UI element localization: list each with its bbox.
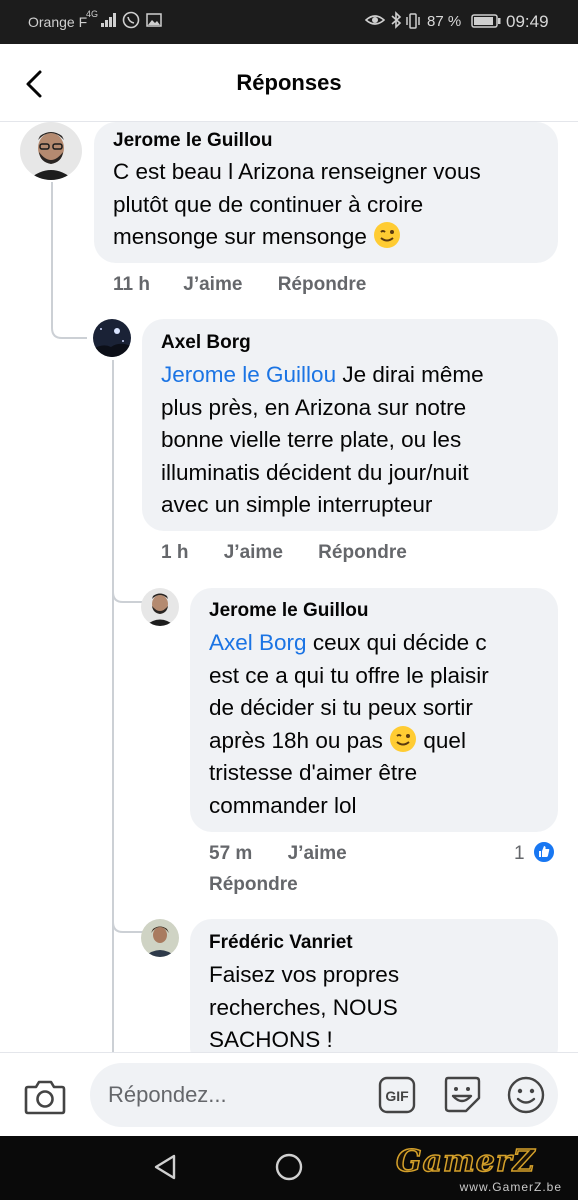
whatsapp-icon — [122, 11, 140, 29]
thread-elbow — [51, 312, 87, 339]
like-button[interactable]: J’aime — [183, 274, 242, 295]
comment-author[interactable]: Jerome le Guillou — [113, 130, 272, 152]
comment-line: ceux qui décide c — [306, 630, 487, 655]
carrier-label: Orange F — [28, 14, 88, 30]
sticker-icon[interactable] — [442, 1074, 482, 1114]
comment-line: quel — [417, 727, 466, 753]
bluetooth-icon — [391, 11, 402, 29]
comment-actions: Répondre — [209, 874, 298, 896]
comment-line: SACHONS ! — [209, 1027, 333, 1052]
comment-line: avec un simple interrupteur — [161, 492, 433, 517]
network-type: 4G — [86, 9, 99, 19]
wink-emoji-icon — [374, 222, 401, 248]
like-button[interactable]: J’aime — [224, 542, 283, 563]
system-nav-bar: GamerZ www.GamerZ.be — [0, 1136, 578, 1200]
comment-author[interactable]: Frédéric Vanriet — [209, 932, 353, 954]
reply-button[interactable]: Répondre — [209, 874, 298, 895]
page-title: Réponses — [236, 70, 342, 95]
vibrate-icon — [406, 13, 420, 29]
comment-text: Jerome le Guillou Je dirai même plus prè… — [161, 359, 553, 522]
reply-input-box[interactable]: GIF — [90, 1063, 558, 1127]
comment-line: illuminatis décident du jour/nuit — [161, 459, 469, 485]
comment-text: Axel Borg ceux qui décide c est ce a qui… — [209, 627, 554, 822]
comment-line: recherches, NOUS — [209, 994, 398, 1020]
clock: 09:49 — [506, 12, 549, 31]
avatar[interactable] — [20, 122, 82, 180]
nav-home-icon[interactable] — [274, 1152, 304, 1182]
comment-actions: 11 h J’aime Répondre — [113, 274, 366, 296]
comment-line: Faisez vos propres — [209, 962, 400, 987]
like-button[interactable]: J’aime — [288, 843, 347, 864]
battery-icon — [471, 14, 501, 28]
comment-line: après 18h ou pas — [209, 727, 383, 753]
avatar[interactable] — [141, 919, 179, 957]
reply-composer: GIF — [0, 1052, 578, 1136]
reply-input[interactable] — [108, 1079, 368, 1111]
comment-thread[interactable]: Jerome le Guillou C est beau l Arizona r… — [0, 122, 578, 1052]
battery-percent: 87 % — [427, 13, 462, 30]
comment-line: plus près, en Arizona sur notre — [161, 394, 467, 420]
eye-comfort-icon — [365, 15, 385, 25]
comment-text: Faisez vos propres recherches, NOUS SACH… — [209, 959, 554, 1052]
gif-label: GIF — [385, 1088, 409, 1104]
comment-author[interactable]: Jerome le Guillou — [209, 600, 368, 622]
mention-link[interactable]: Jerome le Guillou — [161, 362, 336, 387]
comment-line: C est beau l Arizona renseigner vous — [113, 159, 481, 184]
image-notification-icon — [146, 13, 162, 27]
watermark: GamerZ www.GamerZ.be — [395, 1143, 568, 1196]
comment-line: commander lol — [209, 792, 357, 818]
wink-emoji-icon — [390, 725, 417, 752]
mention-link[interactable]: Axel Borg — [209, 630, 307, 655]
gif-icon[interactable]: GIF — [378, 1076, 416, 1114]
emoji-icon[interactable] — [506, 1075, 546, 1115]
avatar[interactable] — [141, 588, 179, 626]
status-bar: Orange F 4G 87 % 09:49 — [0, 0, 578, 44]
like-icon[interactable] — [532, 840, 556, 864]
signal-icon — [101, 13, 116, 27]
thread-line — [51, 182, 53, 326]
comment-line: est ce a qui tu offre le plaisir — [209, 662, 489, 688]
nav-back-icon[interactable] — [150, 1152, 180, 1182]
comment-time[interactable]: 11 h — [113, 274, 150, 295]
watermark-url: www.GamerZ.be — [459, 1180, 562, 1194]
comment-line: bonne vielle terre plate, ou les — [161, 427, 462, 452]
comment-line: mensonge sur mensonge — [113, 224, 367, 249]
comment-time[interactable]: 57 m — [209, 843, 252, 864]
watermark-logo: GamerZ — [395, 1143, 536, 1180]
comment-actions: 57 m J’aime — [209, 843, 347, 865]
comment-line: Je dirai même — [336, 362, 484, 387]
reply-button[interactable]: Répondre — [278, 274, 367, 295]
comment-line: plutôt que de continuer à croire — [113, 191, 424, 217]
comment-line: de décider si tu peux sortir — [209, 695, 473, 720]
comment-time[interactable]: 1 h — [161, 542, 188, 563]
comment-actions: 1 h J’aime Répondre — [161, 542, 407, 564]
thread-line — [112, 360, 114, 1052]
camera-icon[interactable] — [24, 1077, 66, 1115]
comment-text: C est beau l Arizona renseigner vous plu… — [113, 156, 553, 254]
reply-button[interactable]: Répondre — [318, 542, 407, 563]
avatar[interactable] — [93, 319, 131, 357]
comment-line: tristesse d'aimer être — [209, 760, 418, 785]
reaction-count[interactable]: 1 — [514, 843, 525, 865]
comment-author[interactable]: Axel Borg — [161, 332, 251, 354]
header: Réponses — [0, 44, 578, 122]
